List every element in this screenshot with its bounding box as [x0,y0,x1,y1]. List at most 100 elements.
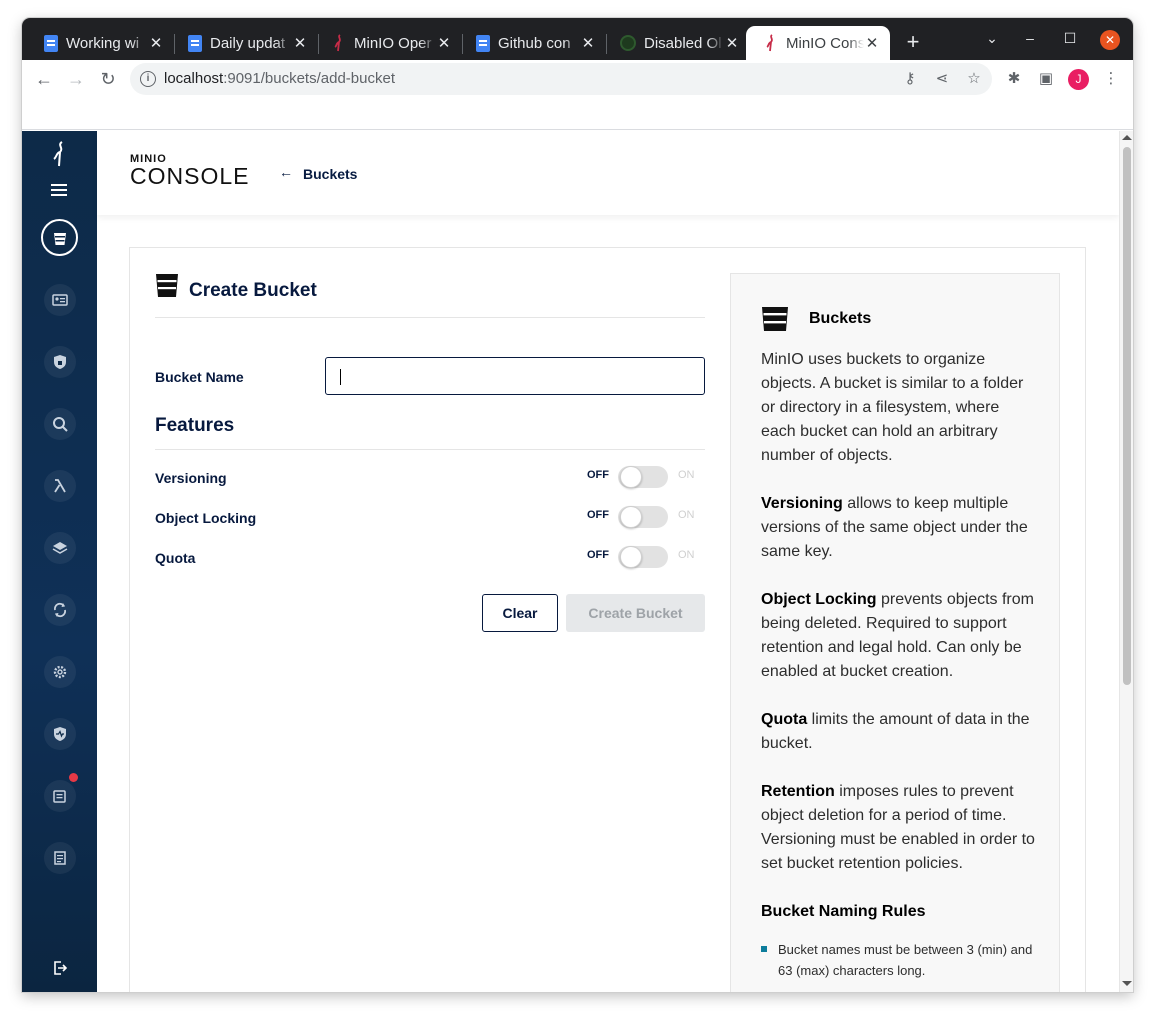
back-arrow-icon[interactable]: ← [279,164,293,180]
quota-label: Quota [155,550,196,566]
toggle-on-label: ON [678,509,695,521]
page-header: MINIO CONSOLE ← Buckets [97,131,1119,215]
tab-strip: Working wi ✕ Daily updat ✕ MinIO Oper ✕ … [22,18,1133,60]
tab-working-with[interactable]: Working wi ✕ [26,26,174,60]
bucket-name-input[interactable] [325,357,705,395]
sidebar-item-access[interactable] [44,346,76,378]
toggle-knob[interactable] [620,546,642,568]
toggle-knob[interactable] [620,466,642,488]
help-panel: Buckets MinIO uses buckets to organize o… [730,273,1060,992]
tab-github-connect[interactable]: Github con ✕ [458,26,606,60]
layers-icon [52,542,68,554]
menu-dots-icon[interactable]: ⋮ [1101,69,1121,89]
clear-button[interactable]: Clear [482,594,558,632]
page-title: Create Bucket [189,280,317,301]
tab-title: MinIO Oper [354,34,432,52]
sidebar [22,131,97,992]
back-to-buckets-link[interactable]: Buckets [303,166,357,182]
help-term: Versioning [761,495,843,512]
page: MINIO CONSOLE ← Buckets Create Bucket Bu… [22,131,1133,992]
google-docs-icon [44,34,58,52]
gear-icon [53,665,67,679]
tab-close-icon[interactable]: ✕ [864,34,880,52]
sync-icon [53,602,67,618]
divider [155,317,705,318]
url-host: localhost [164,70,224,87]
google-docs-icon [476,34,490,52]
tab-close-icon[interactable]: ✕ [292,34,308,52]
features-heading: Features [155,415,235,436]
minio-logo-icon[interactable] [51,141,69,167]
minio-icon [766,34,773,52]
document-icon [54,851,66,865]
minimize-button[interactable]: – [1018,30,1042,46]
id-card-icon [52,294,68,306]
sidebar-item-lambda[interactable] [44,470,76,502]
sidebar-item-replication[interactable] [44,594,76,626]
hamburger-menu-icon[interactable] [51,184,67,196]
page-scrollbar[interactable] [1119,131,1133,992]
bucket-name-label: Bucket Name [155,369,244,385]
help-retention: Retention imposes rules to prevent objec… [761,780,1036,876]
share-icon[interactable]: ⋖ [932,69,952,89]
create-bucket-card: Create Bucket Bucket Name Features Versi… [129,247,1086,992]
create-bucket-button[interactable]: Create Bucket [566,594,705,632]
sidebar-item-identity[interactable] [44,284,76,316]
new-tab-button[interactable]: + [900,30,926,56]
logout-button[interactable] [44,952,76,984]
help-versioning: Versioning allows to keep multiple versi… [761,492,1036,564]
sidebar-item-buckets[interactable] [41,219,78,256]
tab-disabled[interactable]: Disabled Ol ✕ [602,26,750,60]
scroll-down-icon[interactable] [1122,981,1132,986]
lock-shield-icon [54,355,66,369]
support-icon [53,790,66,803]
sidebar-item-settings[interactable] [44,656,76,688]
tab-close-icon[interactable]: ✕ [148,34,164,52]
health-icon [54,727,66,741]
star-icon[interactable]: ☆ [964,69,984,89]
tab-daily-update[interactable]: Daily updat ✕ [170,26,318,60]
sidebar-item-monitoring[interactable] [44,408,76,440]
github-icon [620,35,636,51]
tab-close-icon[interactable]: ✕ [580,34,596,52]
tab-title: MinIO Cons [786,34,864,52]
tab-title: Working wi [66,34,140,52]
key-icon[interactable]: ⚷ [900,69,920,89]
logout-icon [54,961,68,975]
side-panel-icon[interactable]: ▣ [1036,69,1056,89]
sidebar-item-support[interactable] [44,780,76,812]
notification-badge [69,773,78,782]
sidebar-item-license[interactable] [44,842,76,874]
brand-console: CONSOLE [130,163,250,189]
tab-close-icon[interactable]: ✕ [436,34,452,52]
reload-button[interactable]: ↻ [96,68,120,92]
naming-rules-heading: Bucket Naming Rules [761,903,926,920]
lambda-icon [54,479,66,493]
extensions-icon[interactable]: ✱ [1004,69,1024,89]
toggle-knob[interactable] [620,506,642,528]
help-intro: MinIO uses buckets to organize objects. … [761,351,1024,464]
scroll-up-icon[interactable] [1122,135,1132,140]
maximize-button[interactable]: ☐ [1058,30,1082,47]
address-bar[interactable]: i localhost:9091/buckets/add-bucket ⚷ ⋖ … [130,63,992,95]
scrollbar-thumb[interactable] [1123,147,1131,685]
help-term: Retention [761,783,835,800]
browser-toolbar: ← → ↻ i localhost:9091/buckets/add-bucke… [22,60,1133,98]
tab-search-icon[interactable]: ⌄ [980,30,1004,47]
tab-minio-operator[interactable]: MinIO Oper ✕ [314,26,462,60]
help-term: Object Locking [761,591,877,608]
forward-button[interactable]: → [64,68,88,92]
tab-title: Github con [498,34,571,52]
profile-avatar[interactable]: J [1068,69,1089,90]
text-cursor [340,369,341,385]
close-window-button[interactable]: ✕ [1100,30,1120,50]
naming-rule-item: Bucket names must be between 3 (min) and… [778,942,1033,978]
tab-close-icon[interactable]: ✕ [724,34,740,52]
tab-minio-console[interactable]: MinIO Cons ✕ [746,26,890,60]
back-button[interactable]: ← [32,68,56,92]
info-icon[interactable]: i [140,71,156,87]
sidebar-item-tiers[interactable] [44,532,76,564]
toggle-off-label: OFF [587,509,609,521]
tab-title: Disabled Ol [644,34,722,52]
sidebar-item-health[interactable] [44,718,76,750]
